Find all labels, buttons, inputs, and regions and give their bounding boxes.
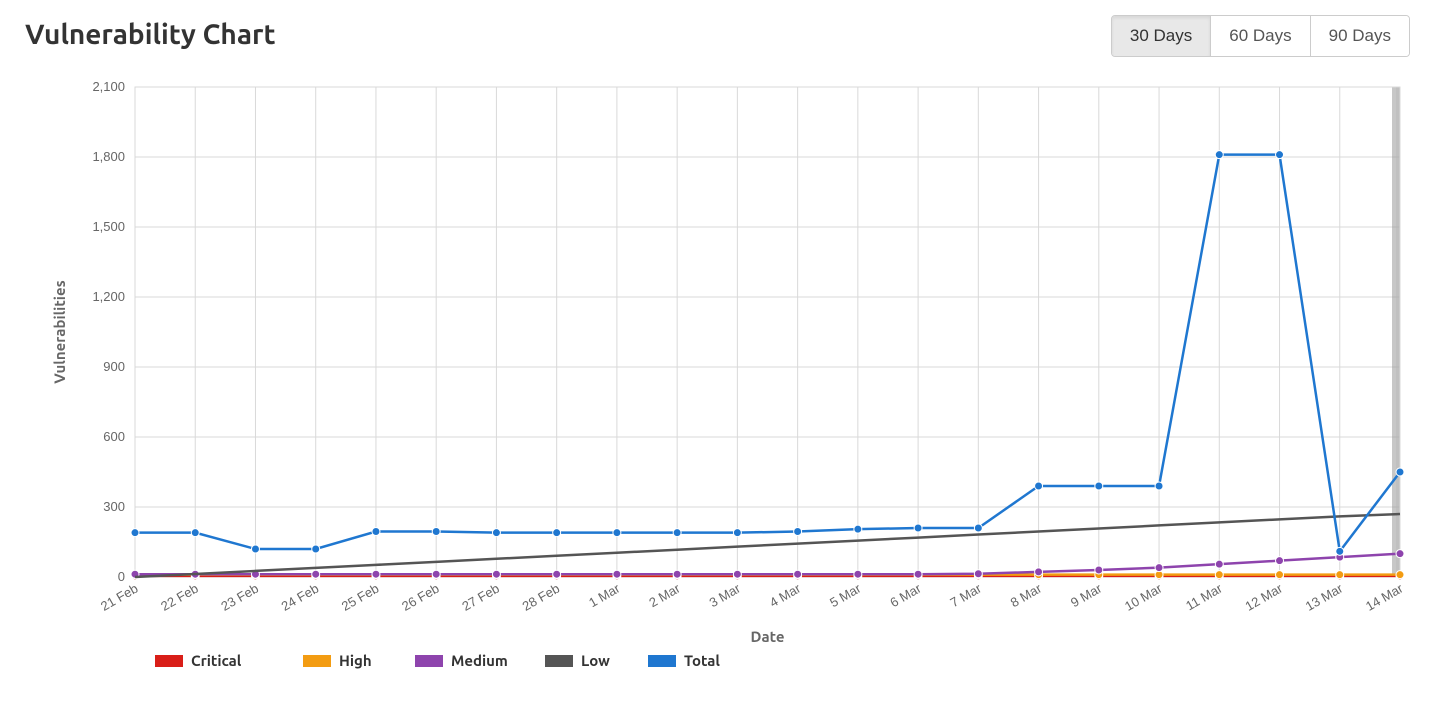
y-tick-label: 1,200 xyxy=(92,289,125,304)
data-point[interactable] xyxy=(1155,564,1163,572)
x-tick-label: 9 Mar xyxy=(1068,580,1105,610)
data-point[interactable] xyxy=(854,570,862,578)
x-tick-label: 11 Mar xyxy=(1183,580,1225,613)
page-title: Vulnerability Chart xyxy=(25,15,276,50)
x-tick-label: 25 Feb xyxy=(339,581,382,614)
data-point[interactable] xyxy=(1215,571,1223,579)
legend-item-low[interactable]: Low xyxy=(545,652,610,669)
x-tick-label: 23 Feb xyxy=(218,581,261,614)
data-point[interactable] xyxy=(733,570,741,578)
series-line-medium xyxy=(135,554,1400,575)
data-point[interactable] xyxy=(312,570,320,578)
data-point[interactable] xyxy=(1276,571,1284,579)
x-tick-label: 22 Feb xyxy=(158,581,201,614)
data-point[interactable] xyxy=(492,529,500,537)
y-tick-label: 900 xyxy=(103,359,125,374)
data-point[interactable] xyxy=(974,524,982,532)
x-tick-label: 3 Mar xyxy=(707,580,744,610)
data-point[interactable] xyxy=(1035,482,1043,490)
svg-text:Low: Low xyxy=(581,652,610,669)
range-button-60days[interactable]: 60 Days xyxy=(1211,16,1310,56)
range-button-group: 30 Days60 Days90 Days xyxy=(1111,15,1410,57)
y-tick-label: 300 xyxy=(103,499,125,514)
data-point[interactable] xyxy=(1396,468,1404,476)
x-tick-label: 28 Feb xyxy=(520,581,563,614)
data-point[interactable] xyxy=(553,570,561,578)
data-point[interactable] xyxy=(673,570,681,578)
data-point[interactable] xyxy=(613,570,621,578)
x-tick-label: 4 Mar xyxy=(767,580,804,610)
x-axis-label: Date xyxy=(751,628,785,645)
data-point[interactable] xyxy=(854,525,862,533)
x-tick-label: 21 Feb xyxy=(98,581,141,614)
data-point[interactable] xyxy=(914,570,922,578)
data-point[interactable] xyxy=(1336,571,1344,579)
data-point[interactable] xyxy=(191,529,199,537)
legend-item-critical[interactable]: Critical xyxy=(155,652,242,669)
data-point[interactable] xyxy=(553,529,561,537)
data-point[interactable] xyxy=(1396,550,1404,558)
data-point[interactable] xyxy=(432,528,440,536)
y-tick-label: 1,800 xyxy=(92,149,125,164)
x-tick-label: 26 Feb xyxy=(399,581,442,614)
x-tick-label: 27 Feb xyxy=(459,581,502,614)
x-tick-label: 2 Mar xyxy=(646,580,683,610)
legend-item-total[interactable]: Total xyxy=(648,652,720,669)
data-point[interactable] xyxy=(974,570,982,578)
y-tick-label: 0 xyxy=(118,569,125,584)
data-point[interactable] xyxy=(794,570,802,578)
data-point[interactable] xyxy=(1035,568,1043,576)
vulnerability-chart: 0 300 600 900 1,200 1,500 1,800 2,100 Vulnerabil… xyxy=(25,67,1410,687)
range-button-90days[interactable]: 90 Days xyxy=(1311,16,1409,56)
legend-item-medium[interactable]: Medium xyxy=(415,652,508,669)
legend-item-high[interactable]: High xyxy=(303,652,372,669)
y-axis-label: Vulnerabilities xyxy=(51,280,68,383)
y-tick-label: 2,100 xyxy=(92,79,125,94)
x-tick-label: 6 Mar xyxy=(887,580,924,610)
data-point[interactable] xyxy=(733,529,741,537)
data-point[interactable] xyxy=(1155,482,1163,490)
x-tick-label: 1 Mar xyxy=(586,580,623,610)
data-point[interactable] xyxy=(312,545,320,553)
data-point[interactable] xyxy=(1336,547,1344,555)
y-tick-label: 1,500 xyxy=(92,219,125,234)
data-point[interactable] xyxy=(794,528,802,536)
svg-text:Total: Total xyxy=(684,652,720,669)
x-tick-label: 13 Mar xyxy=(1303,580,1346,614)
range-button-30days[interactable]: 30 Days xyxy=(1112,16,1211,56)
data-point[interactable] xyxy=(1095,566,1103,574)
data-point[interactable] xyxy=(372,570,380,578)
x-tick-label: 12 Mar xyxy=(1242,580,1285,614)
x-tick-label: 5 Mar xyxy=(827,580,864,610)
data-point[interactable] xyxy=(1215,560,1223,568)
x-tick-label: 8 Mar xyxy=(1008,580,1045,610)
y-tick-label: 600 xyxy=(103,429,125,444)
x-tick-label: 7 Mar xyxy=(948,580,985,610)
data-point[interactable] xyxy=(372,528,380,536)
data-point[interactable] xyxy=(914,524,922,532)
series-line-total xyxy=(135,155,1400,552)
data-point[interactable] xyxy=(251,545,259,553)
data-point[interactable] xyxy=(492,570,500,578)
data-point[interactable] xyxy=(1215,151,1223,159)
data-point[interactable] xyxy=(1095,482,1103,490)
x-tick-label: 10 Mar xyxy=(1122,580,1165,614)
svg-text:Medium: Medium xyxy=(451,652,508,669)
data-point[interactable] xyxy=(1276,557,1284,565)
data-point[interactable] xyxy=(432,570,440,578)
data-point[interactable] xyxy=(1276,151,1284,159)
x-tick-label: 14 Mar xyxy=(1363,580,1406,614)
data-point[interactable] xyxy=(673,529,681,537)
data-point[interactable] xyxy=(1396,571,1404,579)
x-tick-label: 24 Feb xyxy=(279,581,322,614)
data-point[interactable] xyxy=(131,529,139,537)
svg-text:Critical: Critical xyxy=(191,652,242,669)
data-point[interactable] xyxy=(613,529,621,537)
svg-text:High: High xyxy=(339,652,372,669)
